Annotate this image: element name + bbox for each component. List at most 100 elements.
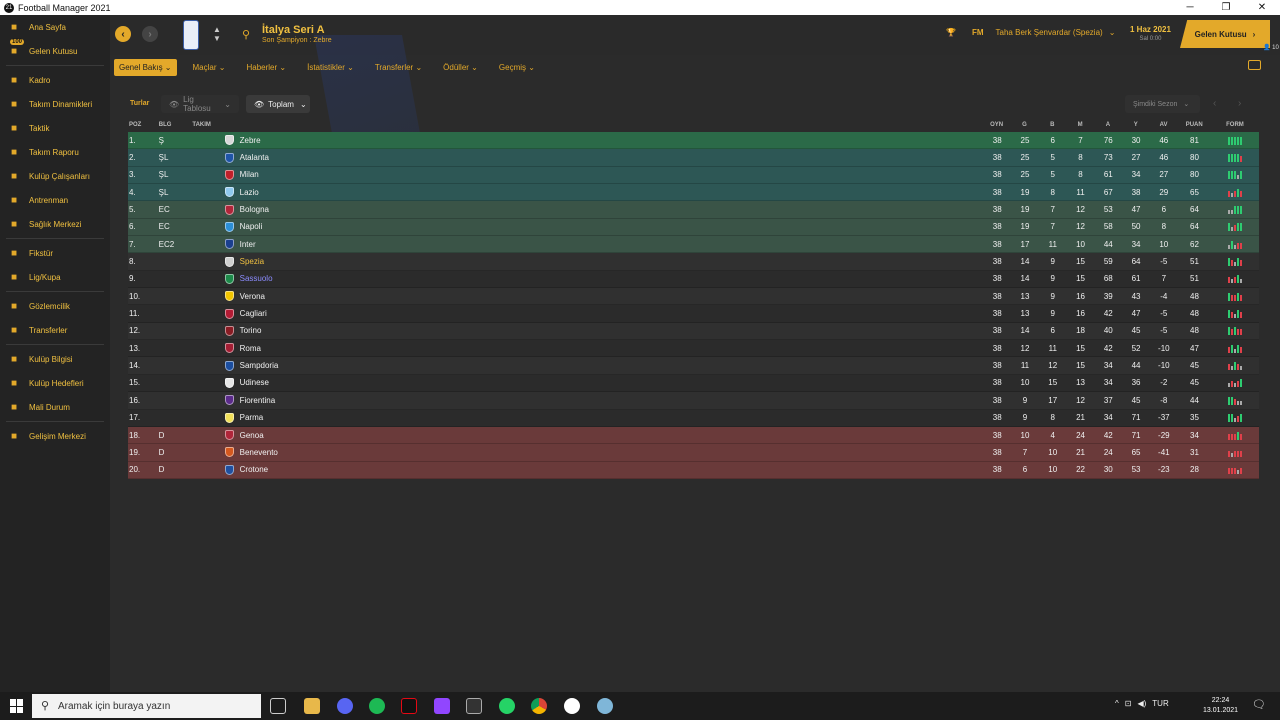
cell-team[interactable]: Parma [237, 413, 984, 422]
table-row[interactable]: 18. D Genoa 38 10 4 24 42 71 -29 34 [128, 426, 1259, 445]
sidebar-item-club-vision[interactable]: ■ Kulüp Hedefleri [0, 371, 110, 395]
cell-team[interactable]: Inter [237, 240, 984, 249]
table-row[interactable]: 7. EC2 Inter 38 17 11 10 44 34 10 62 [128, 236, 1259, 254]
table-row[interactable]: 19. D Benevento 38 7 10 21 24 65 -41 31 [128, 444, 1259, 462]
chrome-icon[interactable] [531, 698, 547, 714]
terminal-icon[interactable] [466, 698, 482, 714]
table-row[interactable]: 20. D Crotone 38 6 10 22 30 53 -23 28 [128, 461, 1259, 479]
table-row[interactable]: 8. Spezia 38 14 9 15 59 64 -5 51 [128, 253, 1259, 271]
tab-5[interactable]: Ödüller ⌄ [438, 59, 483, 76]
col-form[interactable]: FORM [1211, 121, 1259, 130]
cell-team[interactable]: Genoa [237, 431, 984, 440]
sidebar-item-finances[interactable]: ■ Mali Durum [0, 395, 110, 419]
file-explorer-icon[interactable] [304, 698, 320, 714]
table-row[interactable]: 11. Cagliari 38 13 9 16 42 47 -5 48 [128, 305, 1259, 323]
cell-team[interactable]: Udinese [237, 378, 984, 387]
cell-team[interactable]: Bologna [237, 205, 984, 214]
table-row[interactable]: 2. ŞL Atalanta 38 25 5 8 73 27 46 80 [128, 149, 1259, 167]
col-team[interactable]: TAKIM [189, 122, 937, 128]
table-row[interactable]: 1. Ş Zebre 38 25 6 7 76 30 46 81 [128, 132, 1259, 150]
cell-team[interactable]: Zebre [237, 136, 984, 145]
table-row[interactable]: 6. EC Napoli 38 19 7 12 58 50 8 64 [128, 218, 1259, 237]
col-a[interactable]: A [1094, 122, 1122, 128]
league-switcher-icon[interactable]: ▲ ▼ [213, 25, 221, 43]
search-icon[interactable]: ⚲ [242, 28, 250, 41]
prev-season-icon[interactable]: ‹ [1213, 98, 1216, 109]
sidebar-item-development[interactable]: ■ Gelişim Merkezi [0, 424, 110, 448]
screen-icon[interactable] [1248, 60, 1261, 70]
maximize-button[interactable]: ❐ [1208, 0, 1244, 15]
sidebar-item-club-info[interactable]: ■ Kulüp Bilgisi [0, 347, 110, 371]
season-dropdown[interactable]: Şimdiki Sezon ⌄ [1125, 95, 1200, 113]
sidebar-item-trophy[interactable]: ■ Lig/Kupa [0, 265, 110, 289]
cell-team[interactable]: Lazio [237, 188, 984, 197]
col-y[interactable]: Y [1122, 122, 1150, 128]
col-pos[interactable]: POZ [128, 122, 159, 128]
table-row[interactable]: 5. EC Bologna 38 19 7 12 53 47 6 64 [128, 201, 1259, 219]
table-row[interactable]: 3. ŞL Milan 38 25 5 8 61 34 27 80 [128, 166, 1259, 185]
col-av[interactable]: AV [1150, 122, 1178, 128]
sidebar-item-scouting[interactable]: ■ Gözlemcilik [0, 294, 110, 318]
task-view-icon[interactable] [270, 698, 286, 714]
spotify-icon[interactable] [369, 698, 385, 714]
cell-team[interactable]: Torino [237, 326, 984, 335]
sidebar-item-inbox[interactable]: ■ 100 Gelen Kutusu [0, 39, 110, 63]
whatsapp-icon[interactable] [499, 698, 515, 714]
cell-team[interactable]: Cagliari [237, 309, 984, 318]
cell-team[interactable]: Sampdoria [237, 361, 984, 370]
table-row[interactable]: 15. Udinese 38 10 15 13 34 36 -2 45 [128, 374, 1259, 393]
sidebar-item-shirt[interactable]: ■ Kadro [0, 68, 110, 92]
manager-menu[interactable]: 🏆 FM Taha Berk Şenvardar (Spezia) ⌄ [946, 28, 1115, 37]
sidebar-item-training[interactable]: ■ Antrenman [0, 188, 110, 212]
table-row[interactable]: 12. Torino 38 14 6 18 40 45 -5 48 [128, 322, 1259, 341]
fm21-taskbar-icon[interactable] [564, 698, 580, 714]
app-taskbar-icon[interactable] [597, 698, 613, 714]
sidebar-item-transfers[interactable]: ■ Transferler [0, 318, 110, 342]
netflix-icon[interactable] [401, 698, 417, 714]
continue-inbox-button[interactable]: Gelen Kutusu › [1180, 20, 1270, 48]
sidebar-item-report[interactable]: ■ Takım Raporu [0, 140, 110, 164]
tab-2[interactable]: Haberler ⌄ [241, 59, 291, 76]
col-oyn[interactable]: OYN [983, 122, 1011, 128]
next-season-icon[interactable]: › [1238, 98, 1241, 109]
sidebar-item-dynamics[interactable]: ■ Takım Dinamikleri [0, 92, 110, 116]
network-icon[interactable]: ⊡ [1125, 699, 1132, 708]
tab-0[interactable]: Genel Bakış ⌄ [114, 58, 177, 76]
cell-team[interactable]: Atalanta [237, 153, 984, 162]
sidebar-item-fixtures[interactable]: ■ Fikstür [0, 241, 110, 265]
table-row[interactable]: 4. ŞL Lazio 38 19 8 11 67 38 29 65 [128, 184, 1259, 202]
table-row[interactable]: 10. Verona 38 13 9 16 39 43 -4 48 [128, 288, 1259, 306]
table-row[interactable]: 16. Fiorentina 38 9 17 12 37 45 -8 44 [128, 392, 1259, 410]
taskbar-search[interactable]: ⚲ Aramak için buraya yazın [32, 694, 261, 718]
chevron-up-icon[interactable]: ^ [1115, 699, 1119, 708]
tab-4[interactable]: Transferler ⌄ [370, 59, 427, 76]
close-button[interactable]: ✕ [1244, 0, 1280, 15]
cell-team[interactable]: Fiorentina [237, 396, 984, 405]
tab-3[interactable]: İstatistikler ⌄ [302, 59, 359, 76]
cell-team[interactable]: Milan [237, 170, 984, 179]
col-b[interactable]: B [1038, 122, 1066, 128]
forward-arrow-icon[interactable]: › [142, 26, 158, 42]
cell-team[interactable]: Napoli [237, 222, 984, 231]
table-row[interactable]: 13. Roma 38 12 11 15 42 52 -10 47 [128, 340, 1259, 358]
tab-6[interactable]: Geçmiş ⌄ [494, 59, 540, 76]
cell-team[interactable]: Verona [237, 292, 984, 301]
tab-1[interactable]: Maçlar ⌄ [188, 59, 231, 76]
sidebar-item-tactics[interactable]: ■ Taktik [0, 116, 110, 140]
cell-team[interactable]: Spezia [237, 257, 984, 266]
notification-icon[interactable]: 🗨 [1252, 698, 1266, 711]
table-row[interactable]: 17. Parma 38 9 8 21 34 71 -37 35 [128, 409, 1259, 427]
view-dropdown[interactable]: 👁 Toplam ⌄ [246, 95, 310, 113]
game-date[interactable]: 1 Haz 2021 Sal 0:00 [1130, 25, 1171, 42]
cell-team[interactable]: Crotone [237, 465, 984, 474]
sidebar-item-medical[interactable]: ■ Sağlık Merkezi [0, 212, 110, 236]
table-row[interactable]: 9. Sassuolo 38 14 9 15 68 61 7 51 [128, 270, 1259, 289]
sidebar-item-home[interactable]: ■ Ana Sayfa [0, 15, 110, 39]
minimize-button[interactable]: ─ [1172, 0, 1208, 15]
cell-team[interactable]: Sassuolo [237, 274, 984, 283]
language-indicator[interactable]: TUR [1152, 699, 1168, 708]
discord-icon[interactable] [337, 698, 353, 714]
col-puan[interactable]: PUAN [1177, 122, 1211, 128]
sidebar-item-staff[interactable]: ■ Kulüp Çalışanları [0, 164, 110, 188]
table-row[interactable]: 14. Sampdoria 38 11 12 15 34 44 -10 45 [128, 357, 1259, 375]
